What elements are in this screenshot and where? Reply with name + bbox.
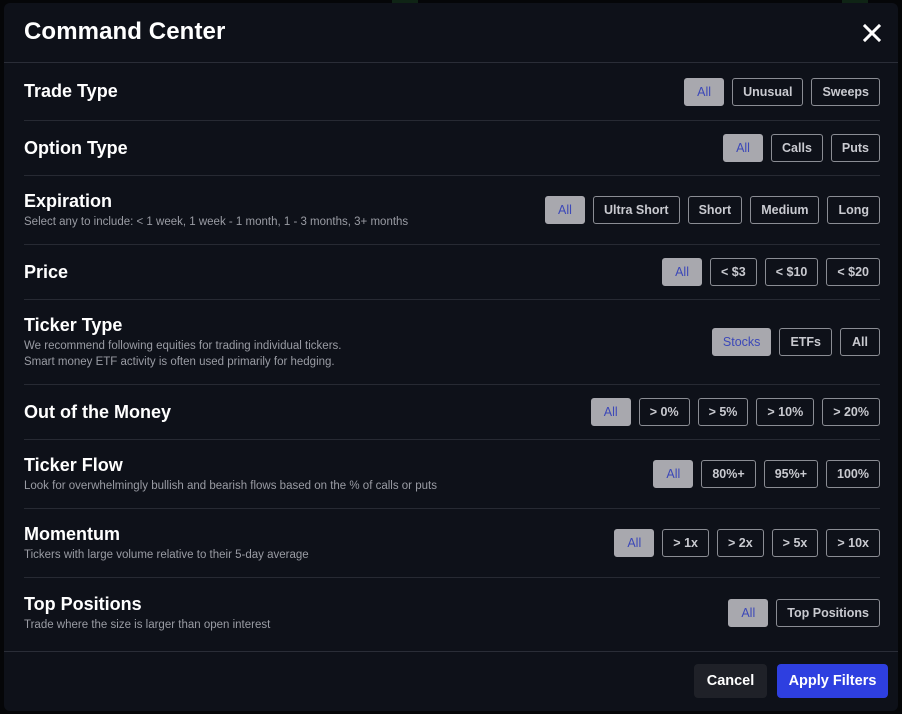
option-long[interactable]: Long: [827, 196, 880, 224]
filter-row-ticker-type: Ticker Type We recommend following equiti…: [24, 300, 880, 385]
filter-label-group: Price: [24, 262, 68, 283]
option-unusual[interactable]: Unusual: [732, 77, 804, 106]
filter-row-top-positions: Top Positions Trade where the size is lar…: [24, 578, 880, 648]
filter-row-out-of-the-money: Out of the Money All > 0% > 5% > 10% > 20%: [24, 385, 880, 440]
filter-label-group: Out of the Money: [24, 402, 171, 423]
filter-label-group: Ticker Type We recommend following equiti…: [24, 315, 341, 370]
option-10x[interactable]: > 10x: [826, 529, 880, 557]
filter-list: Trade Type All Unusual Sweeps Option Type All…: [24, 63, 880, 648]
filter-description: We recommend following equities for trad…: [24, 339, 342, 352]
option-all[interactable]: All: [662, 258, 703, 286]
filter-options: All > 1x > 2x > 5x > 10x: [614, 529, 880, 557]
option-1x[interactable]: > 1x: [662, 529, 709, 557]
filter-title: Out of the Money: [24, 401, 171, 422]
filter-description: Look for overwhelmingly bullish and bear…: [24, 479, 437, 492]
filter-label-group: Expiration Select any to include: < 1 wee…: [24, 191, 408, 230]
apply-filters-button[interactable]: Apply Filters: [777, 664, 888, 698]
modal-footer: Cancel Apply Filters: [4, 651, 898, 712]
filter-row-trade-type: Trade Type All Unusual Sweeps: [24, 63, 880, 121]
option-all[interactable]: All: [544, 196, 585, 224]
filter-label-group: Momentum Tickers with large volume relati…: [24, 524, 309, 563]
filter-options: All Ultra Short Short Medium Long: [544, 196, 880, 224]
option-all[interactable]: All: [590, 398, 631, 426]
filter-description: Select any to include: < 1 week, 1 week …: [24, 215, 409, 228]
cancel-button[interactable]: Cancel: [694, 664, 767, 698]
option-2x[interactable]: > 2x: [716, 529, 764, 557]
option-etfs[interactable]: ETFs: [779, 328, 832, 356]
filter-options: All < $3 < $10 < $20: [662, 258, 880, 286]
filter-options: All > 0% > 5% > 10% > 20%: [590, 398, 880, 426]
filter-label-group: Trade Type: [24, 81, 118, 102]
filter-options: All 80%+ 95%+ 100%: [653, 460, 880, 488]
filter-title: Price: [24, 261, 69, 282]
option-all[interactable]: All: [614, 529, 655, 557]
option-100[interactable]: 100%: [826, 460, 880, 488]
close-icon: [862, 23, 882, 43]
option-5[interactable]: > 5%: [697, 398, 749, 426]
filter-row-price: Price All < $3 < $10 < $20: [24, 245, 880, 300]
option-80[interactable]: 80%+: [701, 460, 756, 488]
filter-label-group: Top Positions Trade where the size is lar…: [24, 594, 270, 633]
option-sweeps[interactable]: Sweeps: [811, 77, 880, 106]
option-all[interactable]: All: [728, 599, 769, 627]
filter-title: Ticker Flow: [24, 454, 123, 475]
filter-description: Smart money ETF activity is often used p…: [24, 355, 335, 368]
option-medium[interactable]: Medium: [750, 196, 820, 224]
filter-description: Tickers with large volume relative to th…: [24, 548, 309, 561]
option-20[interactable]: < $20: [826, 258, 880, 286]
filter-row-momentum: Momentum Tickers with large volume relati…: [24, 509, 880, 578]
option-0[interactable]: > 0%: [638, 398, 690, 426]
filter-label-group: Ticker Flow Look for overwhelmingly bulli…: [24, 455, 437, 494]
option-top-positions[interactable]: Top Positions: [776, 599, 880, 627]
filter-title: Trade Type: [24, 81, 118, 101]
option-all[interactable]: All: [840, 328, 880, 356]
option-short[interactable]: Short: [687, 196, 743, 224]
option-calls[interactable]: Calls: [771, 134, 823, 162]
filter-title: Option Type: [24, 137, 128, 158]
option-all[interactable]: All: [653, 460, 694, 488]
option-ultra-short[interactable]: Ultra Short: [592, 196, 680, 224]
filter-row-ticker-flow: Ticker Flow Look for overwhelmingly bulli…: [24, 440, 880, 509]
option-10[interactable]: > 10%: [756, 398, 815, 426]
filter-row-expiration: Expiration Select any to include: < 1 wee…: [24, 176, 880, 245]
command-center-modal: Command Center Trade Type All Unusual Sweep…: [4, 3, 898, 711]
filter-options: All Calls Puts: [723, 134, 880, 162]
option-10[interactable]: < $10: [764, 258, 819, 286]
filter-label-group: Option Type: [24, 138, 128, 159]
modal-title: Command Center: [24, 18, 226, 45]
option-stocks[interactable]: Stocks: [711, 328, 772, 356]
option-95[interactable]: 95%+: [763, 460, 819, 488]
filter-row-option-type: Option Type All Calls Puts: [24, 121, 880, 176]
filter-description: Trade where the size is larger than open…: [24, 618, 271, 631]
filter-title: Expiration: [24, 190, 113, 211]
option-20[interactable]: > 20%: [822, 398, 880, 426]
modal-header: Command Center: [4, 3, 898, 63]
filter-title: Ticker Type: [24, 314, 123, 335]
option-3[interactable]: < $3: [710, 258, 757, 286]
close-button[interactable]: [862, 23, 882, 43]
option-5x[interactable]: > 5x: [771, 529, 819, 557]
filter-options: Stocks ETFs All: [711, 328, 880, 356]
filter-options: All Unusual Sweeps: [684, 77, 880, 106]
filter-title: Momentum: [24, 523, 120, 544]
filter-options: All Top Positions: [728, 599, 880, 627]
option-all[interactable]: All: [723, 134, 764, 162]
option-puts[interactable]: Puts: [830, 134, 880, 162]
option-all[interactable]: All: [684, 77, 725, 106]
filter-title: Top Positions: [24, 593, 142, 614]
